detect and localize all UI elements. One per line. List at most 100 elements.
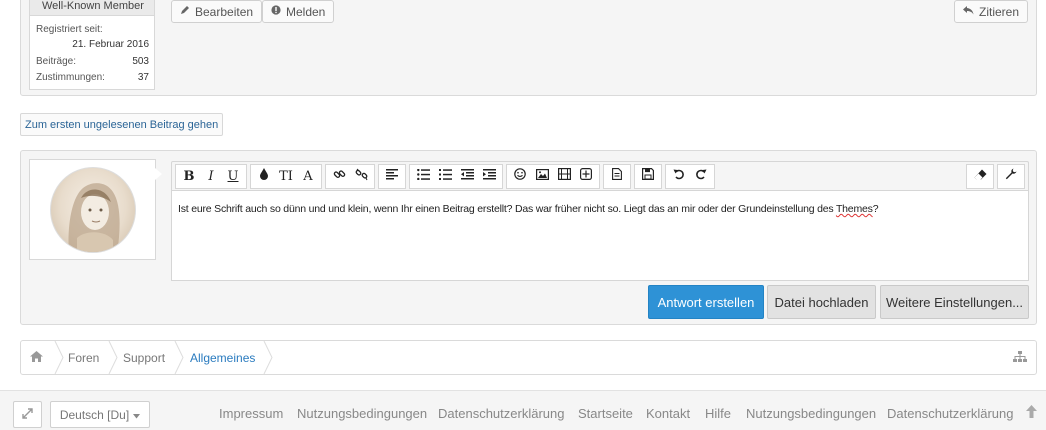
smiley-icon (514, 168, 526, 184)
footer-link-terms-2[interactable]: Nutzungsbedingungen (746, 406, 876, 421)
quote-label: Zitieren (978, 4, 1019, 19)
page-footer: Deutsch [Du] Impressum Nutzungsbedingung… (0, 390, 1046, 430)
submit-reply-button[interactable]: Antwort erstellen (648, 285, 764, 319)
sitemap-button[interactable] (1013, 341, 1027, 374)
align-button[interactable] (381, 166, 403, 186)
breadcrumb-home[interactable] (30, 341, 43, 374)
first-unread-link[interactable]: Zum ersten ungelesenen Beitrag gehen (20, 113, 224, 136)
reply-icon (962, 5, 974, 18)
save-draft-button[interactable] (637, 166, 659, 186)
italic-button[interactable]: I (200, 166, 222, 186)
avatar-container (29, 159, 162, 260)
alert-icon (271, 5, 281, 18)
link-group (325, 163, 375, 189)
likes-value: 37 (137, 72, 149, 83)
insert-icon (580, 168, 593, 184)
quick-reply: B I U TI A Ist eure Schrift auch so dünn… (20, 150, 1037, 325)
image-button[interactable] (531, 166, 553, 186)
posts-value: 503 (132, 56, 149, 67)
more-options-button[interactable]: Weitere Einstellungen... (880, 285, 1029, 319)
edit-label: Bearbeiten (195, 4, 254, 19)
breadcrumb-separator (54, 341, 64, 374)
fullwidth-toggle-button[interactable] (13, 401, 42, 428)
language-label: Deutsch [Du] (59, 407, 130, 422)
media-button[interactable] (553, 166, 575, 186)
expand-icon (22, 407, 33, 422)
footer-link-home[interactable]: Startseite (578, 406, 633, 421)
avatar (50, 167, 136, 253)
format-group: B I U (175, 163, 247, 189)
user-rank: Well-Known Member (30, 0, 154, 16)
source-group (603, 163, 631, 189)
document-icon (612, 168, 622, 184)
font-size-button[interactable]: TI (275, 166, 297, 186)
bbcode-button[interactable] (606, 166, 628, 186)
breadcrumb-separator (263, 341, 273, 374)
insert-group (506, 163, 600, 189)
color-button[interactable] (253, 166, 275, 186)
save-group (634, 163, 662, 189)
pencil-icon (180, 5, 190, 18)
numbered-list-icon (438, 168, 452, 184)
upload-file-button[interactable]: Datei hochladen (767, 285, 876, 319)
report-label: Melden (286, 4, 326, 19)
image-icon (535, 168, 549, 184)
outdent-button[interactable] (456, 166, 478, 186)
editor-toolbar: B I U TI A (171, 161, 1029, 190)
editor-settings-button[interactable] (1000, 166, 1022, 186)
font-family-button[interactable]: A (297, 166, 319, 186)
edit-button[interactable]: Bearbeiten (171, 0, 263, 23)
breadcrumb-item-support[interactable]: Support (123, 341, 165, 374)
unlink-icon (355, 168, 368, 185)
quote-button[interactable]: Zitieren (953, 0, 1028, 23)
footer-link-privacy-2[interactable]: Datenschutzerklärung (887, 406, 1013, 421)
footer-link-help[interactable]: Hilfe (705, 406, 731, 421)
redo-button[interactable] (690, 166, 712, 186)
eraser-group (966, 163, 994, 189)
breadcrumb-separator (174, 341, 184, 374)
list-group (409, 163, 503, 189)
breadcrumb-item-current[interactable]: Allgemeines (190, 341, 255, 374)
bold-button[interactable]: B (178, 166, 200, 186)
align-group (378, 163, 406, 189)
breadcrumb-item-foren[interactable]: Foren (68, 341, 99, 374)
user-info-panel: Well-Known Member Registriert seit: 21. … (29, 0, 155, 90)
footer-link-impressum[interactable]: Impressum (219, 406, 283, 421)
message-editor[interactable]: Ist eure Schrift auch so dünn und und kl… (171, 190, 1029, 281)
indent-button[interactable] (478, 166, 500, 186)
link-button[interactable] (328, 166, 350, 186)
media-icon (557, 168, 571, 184)
history-group (665, 163, 715, 189)
indent-icon (482, 168, 496, 184)
registered-value: 21. Februar 2016 (72, 39, 149, 50)
post-card: Well-Known Member Registriert seit: 21. … (20, 0, 1037, 96)
report-button[interactable]: Melden (262, 0, 335, 23)
wrench-icon (1005, 168, 1017, 184)
caret-down-icon (133, 408, 141, 422)
footer-link-terms[interactable]: Nutzungsbedingungen (297, 406, 427, 421)
link-icon (333, 168, 346, 185)
underline-button[interactable]: U (222, 166, 244, 186)
editor-text: Ist eure Schrift auch so dünn und und kl… (178, 203, 836, 215)
footer-link-privacy[interactable]: Datenschutzerklärung (438, 406, 564, 421)
undo-icon (673, 168, 685, 184)
smiley-button[interactable] (509, 166, 531, 186)
bullet-list-button[interactable] (412, 166, 434, 186)
language-selector[interactable]: Deutsch [Du] (50, 401, 150, 428)
bullet-list-icon (416, 168, 430, 184)
home-icon (30, 350, 43, 365)
undo-button[interactable] (668, 166, 690, 186)
unlink-button[interactable] (350, 166, 372, 186)
settings-group (997, 163, 1025, 189)
scroll-top-button[interactable] (1026, 405, 1037, 421)
eraser-icon (974, 169, 987, 184)
remove-format-button[interactable] (969, 166, 991, 186)
insert-button[interactable] (575, 166, 597, 186)
footer-link-contact[interactable]: Kontakt (646, 406, 690, 421)
color-drop-icon (259, 168, 269, 184)
breadcrumb: Foren Support Allgemeines (20, 340, 1037, 375)
arrow-up-icon (1026, 405, 1037, 421)
numbered-list-button[interactable] (434, 166, 456, 186)
likes-label: Zustimmungen: (36, 72, 105, 83)
sitemap-icon (1013, 350, 1027, 365)
